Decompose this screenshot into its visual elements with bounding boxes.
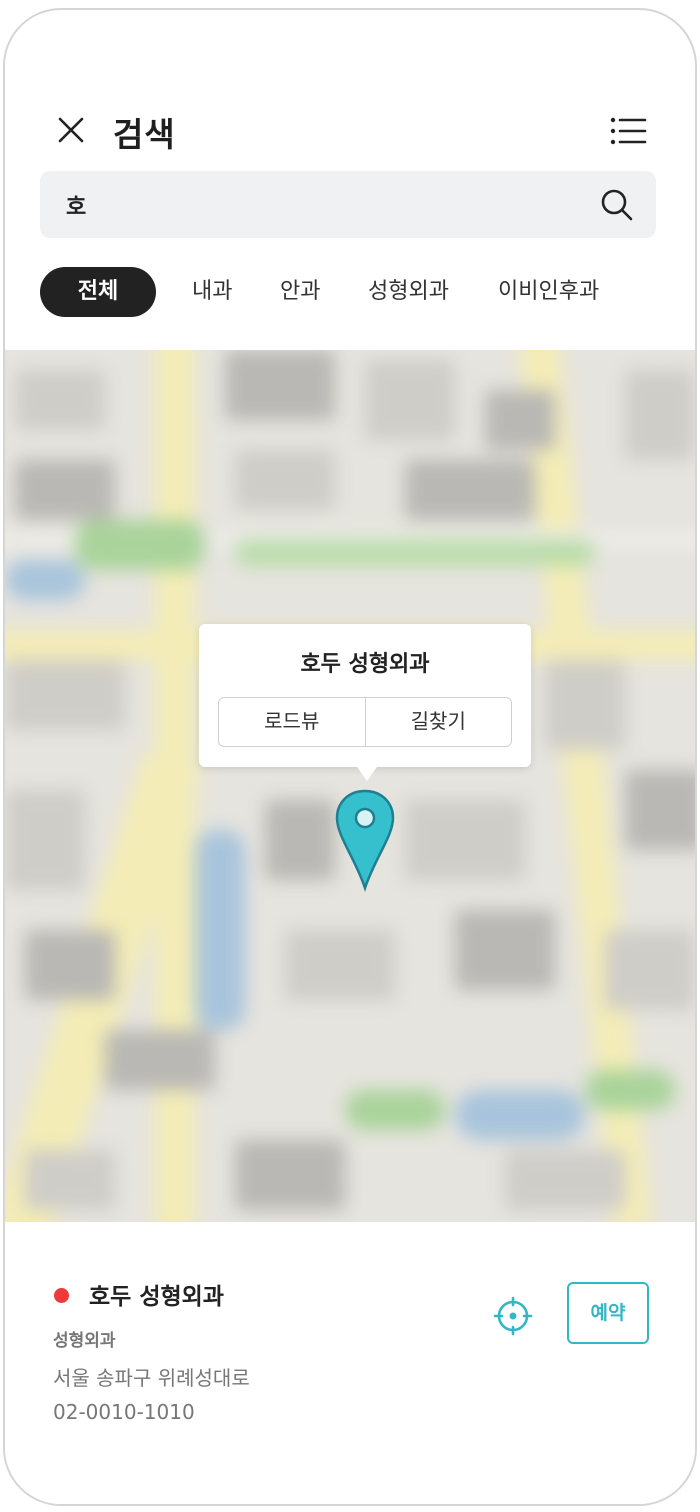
result-address: 서울 송파구 위례성대로 <box>53 1366 250 1390</box>
directions-button[interactable]: 길찾기 <box>364 698 512 746</box>
list-menu-button[interactable] <box>609 114 649 148</box>
locate-icon <box>493 1296 533 1336</box>
search-button[interactable] <box>600 188 634 222</box>
phone-frame: 검색 전체 내과 안과 성형외과 이비인후과 <box>3 8 697 1506</box>
search-icon <box>601 189 633 221</box>
list-menu-icon <box>610 117 647 145</box>
tabs-fade <box>645 255 695 325</box>
status-dot <box>54 1288 69 1303</box>
category-tabs: 전체 내과 안과 성형외과 이비인후과 <box>40 267 695 319</box>
map-background <box>5 350 695 1222</box>
map-view[interactable]: 호두 성형외과 로드뷰 길찾기 <box>5 350 695 1222</box>
tab-internal-medicine[interactable]: 내과 <box>192 267 232 317</box>
search-input[interactable] <box>66 171 586 238</box>
popup-actions: 로드뷰 길찾기 <box>218 697 512 747</box>
result-name: 호두 성형외과 <box>89 1284 224 1310</box>
popup-title: 호두 성형외과 <box>300 652 430 677</box>
tab-ophthalmology[interactable]: 안과 <box>280 267 320 317</box>
close-icon <box>58 117 84 143</box>
result-phone: 02-0010-1010 <box>53 1400 195 1424</box>
map-pin-icon[interactable] <box>333 788 397 892</box>
result-category: 성형외과 <box>53 1331 116 1351</box>
map-popup: 호두 성형외과 로드뷰 길찾기 <box>199 624 531 781</box>
tab-plastic-surgery[interactable]: 성형외과 <box>368 267 449 317</box>
header: 검색 <box>5 10 695 160</box>
reserve-button[interactable]: 예약 <box>567 1282 649 1344</box>
road-view-button[interactable]: 로드뷰 <box>219 698 365 746</box>
tab-all[interactable]: 전체 <box>40 267 156 317</box>
result-card[interactable]: 호두 성형외과 성형외과 서울 송파구 위례성대로 02-0010-1010 예… <box>5 1222 695 1504</box>
close-button[interactable] <box>51 110 91 150</box>
search-box <box>40 171 656 238</box>
page-title: 검색 <box>113 115 176 154</box>
tab-ent[interactable]: 이비인후과 <box>498 267 599 317</box>
locate-button[interactable] <box>493 1296 533 1336</box>
